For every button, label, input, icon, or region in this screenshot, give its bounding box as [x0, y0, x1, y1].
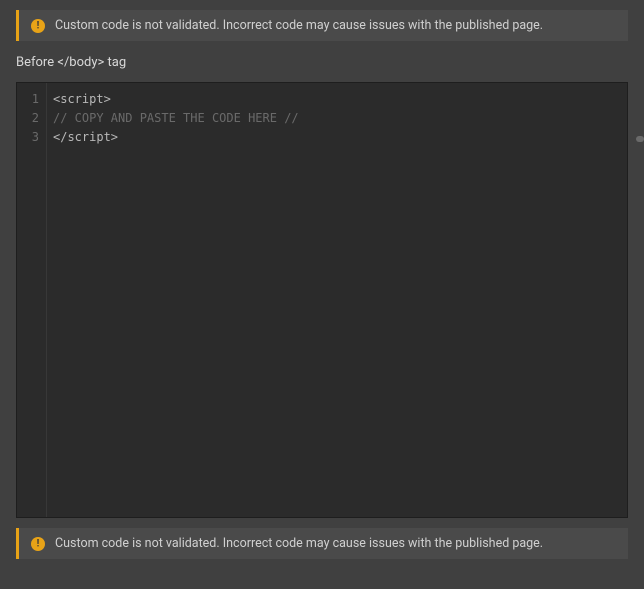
code-content[interactable]: <script> // COPY AND PASTE THE CODE HERE… — [47, 83, 627, 517]
code-gutter: 1 2 3 — [17, 83, 47, 517]
warning-text: Custom code is not validated. Incorrect … — [55, 536, 543, 551]
line-number: 1 — [17, 90, 46, 109]
warning-alert-top: Custom code is not validated. Incorrect … — [16, 10, 628, 41]
scrollbar-thumb[interactable] — [636, 136, 644, 142]
code-line: // COPY AND PASTE THE CODE HERE // — [53, 111, 299, 125]
line-number: 2 — [17, 109, 46, 128]
code-editor[interactable]: 1 2 3 <script> // COPY AND PASTE THE COD… — [16, 82, 628, 518]
warning-alert-bottom: Custom code is not validated. Incorrect … — [16, 528, 628, 559]
line-number: 3 — [17, 128, 46, 147]
warning-text: Custom code is not validated. Incorrect … — [55, 18, 543, 33]
code-line: <script> — [53, 92, 111, 106]
code-line: </script> — [53, 130, 118, 144]
warning-icon — [31, 19, 45, 33]
section-label-before-body: Before </body> tag — [16, 55, 628, 70]
warning-icon — [31, 537, 45, 551]
